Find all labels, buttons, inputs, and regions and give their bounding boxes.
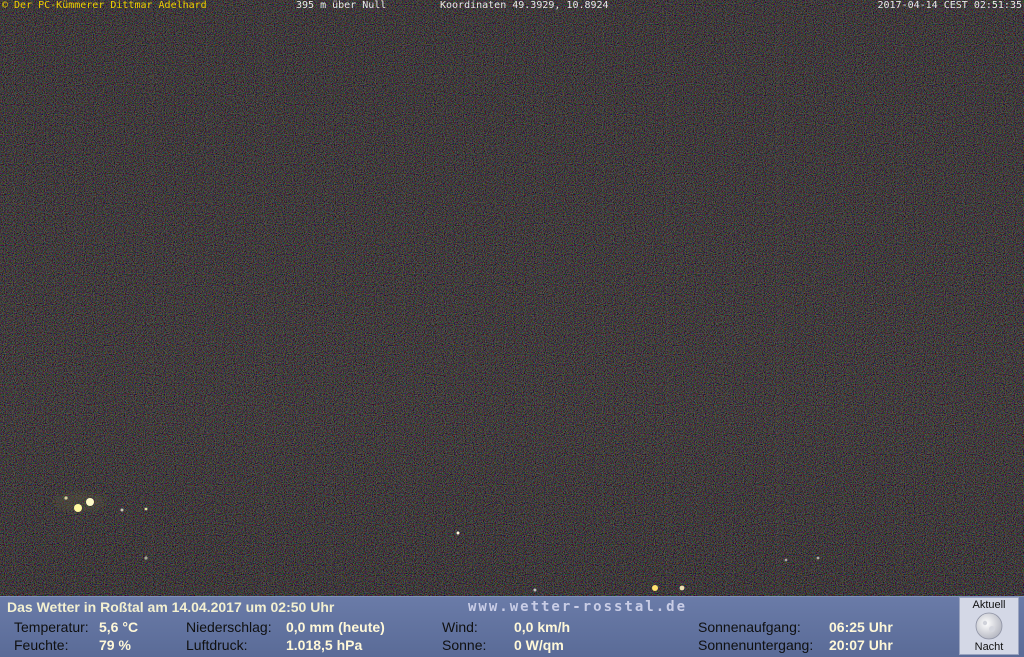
sensor-noise	[0, 0, 1024, 596]
website-link[interactable]: www.wetter-rosstal.de	[468, 599, 687, 615]
temperature-label: Temperatur:	[14, 619, 89, 635]
moon-top-label: Aktuell	[972, 599, 1006, 611]
precipitation-label: Niederschlag:	[186, 619, 272, 635]
sunrise-value: 06:25 Uhr	[829, 619, 893, 635]
camera-info-bar: © Der PC-Kümmerer Dittmar Adelhard 395 m…	[0, 0, 1024, 11]
weather-panel: Das Wetter in Roßtal am 14.04.2017 um 02…	[0, 596, 1024, 657]
pressure-label: Luftdruck:	[186, 637, 248, 653]
webcam-night-image	[0, 0, 1024, 596]
altitude-text: 395 m über Null	[296, 0, 387, 11]
coordinates-text: Koordinaten 49.3929, 10.8924	[440, 0, 609, 11]
wind-label: Wind:	[442, 619, 478, 635]
humidity-value: 79 %	[99, 637, 131, 653]
sun-label: Sonne:	[442, 637, 487, 653]
humidity-label: Feuchte:	[14, 637, 69, 653]
sunset-label: Sonnenuntergang:	[698, 637, 814, 653]
precipitation-value: 0,0 mm (heute)	[286, 619, 385, 635]
sunrise-label: Sonnenaufgang:	[698, 619, 801, 635]
moon-bottom-label: Nacht	[974, 641, 1004, 653]
pressure-value: 1.018,5 hPa	[286, 637, 363, 653]
wind-value: 0,0 km/h	[514, 619, 571, 635]
moon-icon	[975, 612, 1003, 640]
temperature-value: 5,6 °C	[99, 619, 139, 635]
credit-text: © Der PC-Kümmerer Dittmar Adelhard	[2, 0, 207, 11]
timestamp-text: 2017-04-14 CEST 02:51:35	[877, 0, 1023, 11]
sun-value: 0 W/qm	[514, 637, 564, 653]
sunset-value: 20:07 Uhr	[829, 637, 893, 653]
weather-headline: Das Wetter in Roßtal am 14.04.2017 um 02…	[7, 599, 335, 615]
moon-phase-box: Aktuell Nacht	[959, 597, 1019, 655]
